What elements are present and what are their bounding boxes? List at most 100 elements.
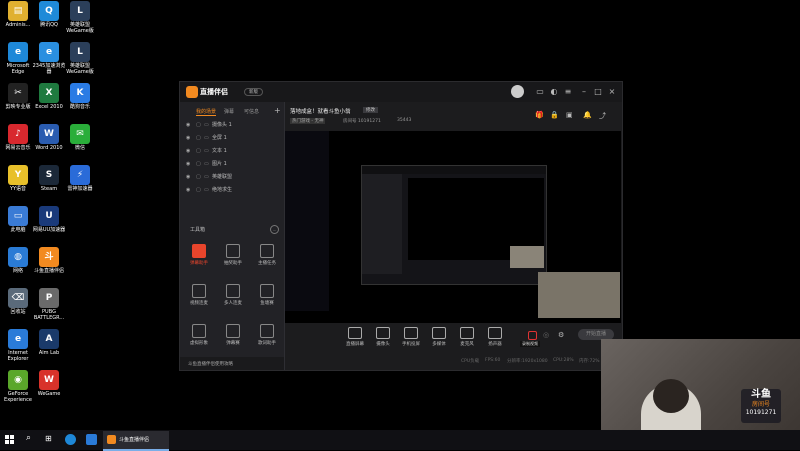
source-item[interactable]: ◉ ▢ ▭ 绝地求生: [184, 185, 280, 196]
desktop-icon[interactable]: W WeGame: [31, 370, 67, 397]
eye-icon[interactable]: ◉: [186, 120, 190, 131]
share-icon[interactable]: ⤴: [599, 111, 606, 121]
eye-icon[interactable]: ◉: [186, 185, 190, 196]
lock-icon[interactable]: 🔒: [550, 111, 559, 119]
nested-preview: [361, 165, 547, 285]
stream-preview[interactable]: [285, 131, 621, 323]
avatar[interactable]: [511, 85, 524, 98]
eye-icon[interactable]: ◉: [186, 133, 190, 144]
source-item[interactable]: ◉ ▢ ▭ 图片 1: [184, 159, 280, 170]
tab-scenes[interactable]: 我的场景: [196, 108, 217, 116]
status-memory: 内存:72%: [579, 359, 600, 364]
lock-icon[interactable]: ▢: [196, 185, 201, 196]
taskbar-app-douyu[interactable]: 斗鱼直播伴侣: [103, 431, 169, 451]
search-icon[interactable]: ⌕: [26, 433, 31, 443]
settings-icon[interactable]: ⚙: [558, 331, 564, 339]
record-icon[interactable]: [528, 331, 537, 340]
lock-icon[interactable]: ▢: [196, 172, 201, 183]
tool-item[interactable]: 多人连麦: [218, 284, 248, 306]
desktop-app-icon: ⌫: [8, 288, 28, 308]
tab-danmaku[interactable]: 弹幕: [224, 108, 234, 115]
desktop-icon[interactable]: L 英雄联盟 WeGame版: [62, 1, 98, 34]
message-icon[interactable]: ▭: [535, 87, 545, 97]
tool-icon: [260, 284, 274, 298]
lock-icon[interactable]: ▢: [196, 133, 201, 144]
phone-cast-control[interactable]: 手机投屏: [397, 327, 425, 347]
desktop-icon[interactable]: 斗斗鱼直播伴侣: [31, 247, 67, 274]
control-label: 多媒体: [432, 342, 446, 347]
screen-capture-control[interactable]: 直播屏幕: [341, 327, 369, 347]
desktop-icon[interactable]: ✉ 微信: [62, 124, 98, 151]
tab-info[interactable]: 可信息: [244, 108, 259, 115]
tool-item[interactable]: 视频连麦: [184, 284, 214, 306]
desktop-icon[interactable]: U 网易UU加速器: [31, 206, 67, 233]
tool-item[interactable]: 弹幕赛: [218, 324, 248, 346]
taskbar: ⌕ ⊞ 斗鱼直播伴侣: [0, 430, 800, 451]
desktop-icon-label: 微信: [74, 145, 85, 151]
multimedia-control[interactable]: 多媒体: [425, 327, 453, 347]
minimize-button[interactable]: –: [579, 87, 589, 97]
tool-label: 歌词助手: [258, 341, 276, 346]
edge-taskbar-icon[interactable]: [65, 434, 76, 445]
add-scene-icon[interactable]: +: [274, 106, 281, 115]
desktop-app-icon: L: [70, 1, 90, 21]
eye-icon[interactable]: ◉: [186, 159, 190, 170]
source-item[interactable]: ◉ ▢ ▭ 摄像头 1: [184, 120, 280, 131]
skin-icon[interactable]: ◐: [549, 87, 559, 97]
tool-icon: [260, 324, 274, 338]
source-type-icon: ▭: [204, 161, 209, 167]
usage-guide-link[interactable]: 斗鱼直播伴侣使用攻略: [188, 361, 233, 367]
save-icon[interactable]: ▣: [566, 111, 573, 119]
close-button[interactable]: ×: [607, 87, 617, 97]
eye-icon[interactable]: ◉: [186, 146, 190, 157]
tool-label: 主播任务: [258, 261, 276, 266]
source-name: 摄像头 1: [212, 122, 232, 128]
desktop-icon[interactable]: P PUBG BATTLEGR...: [31, 288, 67, 321]
desktop-icon[interactable]: ⚡ 雷神加速器: [62, 165, 98, 192]
tool-label: 弹幕助手: [190, 261, 208, 266]
desktop-app-icon: S: [39, 165, 59, 185]
tool-item[interactable]: 抽奖助手: [218, 244, 248, 266]
desktop-icon[interactable]: K 酷狗音乐: [62, 83, 98, 110]
desktop-app-icon: Y: [8, 165, 28, 185]
camera-control[interactable]: 摄像头: [369, 327, 397, 347]
desktop-app-icon: P: [39, 288, 59, 308]
source-name: 文本 1: [212, 148, 227, 154]
tool-item[interactable]: 歌词助手: [252, 324, 282, 346]
desktop-icon[interactable]: L 英雄联盟 WeGame版: [62, 42, 98, 75]
bell-icon[interactable]: 🔔: [583, 111, 592, 119]
lock-icon[interactable]: ▢: [196, 159, 201, 170]
desktop-app-icon: W: [39, 370, 59, 390]
task-view-icon[interactable]: ⊞: [45, 434, 52, 443]
source-item[interactable]: ◉ ▢ ▭ 文本 1: [184, 146, 280, 157]
desktop-icon-label: 英雄联盟 WeGame版: [66, 63, 94, 75]
eye-icon[interactable]: ◎: [543, 331, 549, 339]
version-badge[interactable]: 新版: [244, 88, 263, 96]
microphone-control[interactable]: 麦克风: [453, 327, 481, 347]
source-type-icon: ▭: [204, 135, 209, 141]
desktop-app-icon: ⚡: [70, 165, 90, 185]
tool-item[interactable]: 虚拟形象: [184, 324, 214, 346]
source-item[interactable]: ◉ ▢ ▭ 全屏 1: [184, 133, 280, 144]
desktop-icon[interactable]: A Aim Lab: [31, 329, 67, 356]
lock-icon[interactable]: ▢: [196, 120, 201, 131]
eye-icon[interactable]: ◉: [186, 172, 190, 183]
windows-start-icon[interactable]: [5, 435, 15, 445]
maximize-button[interactable]: □: [593, 87, 603, 97]
tool-icon: [226, 244, 240, 258]
app-logo-text: 直播伴侣: [200, 88, 228, 96]
source-item[interactable]: ◉ ▢ ▭ 英雄联盟: [184, 172, 280, 183]
more-tools-icon[interactable]: …: [270, 225, 279, 234]
speaker-control[interactable]: 扬声器: [481, 327, 509, 347]
tool-item[interactable]: 鱼塘赛: [252, 284, 282, 306]
category-tag[interactable]: 热门游戏 - 无神: [290, 118, 326, 124]
desktop-app-icon: X: [39, 83, 59, 103]
lock-icon[interactable]: ▢: [196, 146, 201, 157]
tool-item[interactable]: 弹幕助手: [184, 244, 214, 266]
tool-item[interactable]: 主播任务: [252, 244, 282, 266]
toolbox-title: 工具箱: [190, 227, 206, 233]
ie-taskbar-icon[interactable]: [86, 434, 97, 445]
gift-icon[interactable]: 🎁: [535, 111, 544, 119]
edit-title-button[interactable]: 修改: [363, 107, 378, 113]
menu-icon[interactable]: ≡: [563, 87, 573, 97]
